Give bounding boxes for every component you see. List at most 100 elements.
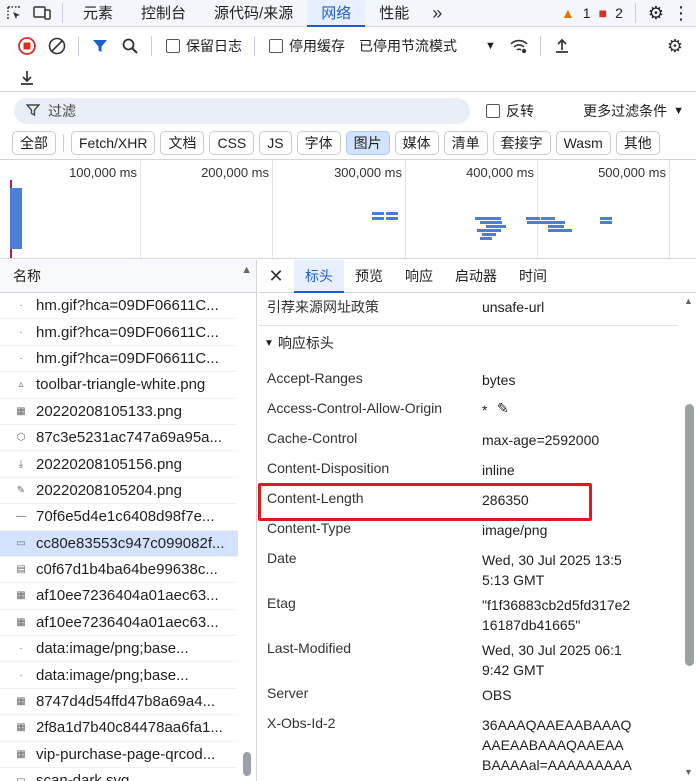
request-row[interactable]: ▦ 2f8a1d7b40c84478aa6fa1... [0, 715, 238, 742]
filter-input[interactable]: 过滤 [14, 98, 470, 124]
filter-placeholder: 过滤 [48, 103, 76, 119]
resource-type-filters: 全部 Fetch/XHR 文档 CSS JS 字体 图片 媒体 清单 套接字 W… [0, 130, 696, 156]
resource-thumbnail-icon: ▦ [16, 722, 26, 734]
timeline-label: 100,000 ms [69, 165, 137, 180]
request-row[interactable]: ▦ af10ee7236404a01aec63... [0, 583, 238, 610]
chip-doc[interactable]: 文档 [160, 131, 205, 155]
request-row[interactable]: · hm.gif?hca=09DF06611C... [0, 319, 238, 346]
request-row[interactable]: ▦ af10ee7236404a01aec63... [0, 610, 238, 637]
request-name: scan-dark.svg [36, 772, 130, 781]
chip-socket[interactable]: 套接字 [492, 131, 551, 155]
timeline-gridline [272, 160, 273, 260]
close-icon[interactable]: ✕ [258, 266, 294, 287]
more-filters-dropdown[interactable]: 更多过滤条件 ▼ [583, 101, 696, 121]
tab-preview[interactable]: 预览 [344, 260, 394, 293]
chip-css[interactable]: CSS [209, 131, 255, 155]
warning-count[interactable]: 1 [583, 5, 591, 21]
tab-performance[interactable]: 性能 [365, 0, 423, 27]
header-key: Server [267, 685, 309, 701]
request-row[interactable]: · data:image/png;base... [0, 636, 238, 663]
chip-media[interactable]: 媒体 [394, 131, 439, 155]
timeline-request-bar [386, 217, 398, 220]
tab-sources[interactable]: 源代码/来源 [200, 0, 307, 27]
scrollbar-thumb[interactable] [243, 752, 251, 776]
tab-headers[interactable]: 标头 [294, 259, 344, 293]
request-row[interactable]: · data:image/png;base... [0, 662, 238, 689]
edit-pencil-icon[interactable]: ✎ [497, 400, 509, 417]
request-row[interactable]: ▵ toolbar-triangle-white.png [0, 372, 238, 399]
request-name: data:image/png;base... [36, 666, 189, 684]
device-toolbar-icon[interactable] [28, 0, 56, 27]
request-list-scrollbar[interactable] [242, 296, 252, 780]
chip-manifest[interactable]: 清单 [443, 131, 488, 155]
request-row[interactable]: ✎ 20220208105204.png [0, 478, 238, 505]
error-count[interactable]: 2 [615, 5, 623, 21]
filter-funnel-icon[interactable] [85, 31, 115, 61]
timeline-label: 200,000 ms [201, 165, 269, 180]
error-icon[interactable]: ■ [599, 5, 607, 21]
request-row[interactable]: · hm.gif?hca=09DF06611C... [0, 346, 238, 373]
settings-gear-icon[interactable]: ⚙ [648, 3, 664, 24]
request-name: c0f67d1b4ba64be99638c... [36, 561, 218, 579]
chip-fetch-xhr[interactable]: Fetch/XHR [71, 131, 156, 155]
timeline-request-bar [475, 217, 501, 220]
request-row[interactable]: ▦ 8747d4d54ffd47b8a69a4... [0, 689, 238, 716]
checkbox-box[interactable] [269, 39, 283, 53]
timeline-label: 400,000 ms [466, 165, 534, 180]
record-stop-icon[interactable] [12, 31, 42, 61]
chip-font[interactable]: 字体 [296, 131, 341, 155]
disable-cache-checkbox[interactable]: 停用缓存 [269, 36, 345, 56]
invert-checkbox[interactable]: 反转 [486, 101, 534, 121]
clear-icon[interactable] [42, 31, 72, 61]
tab-response[interactable]: 响应 [394, 260, 444, 293]
header-key: 引荐来源网址政策 [267, 299, 379, 315]
resource-thumbnail-icon: ✎ [16, 484, 26, 496]
network-overview-timeline[interactable]: 100,000 ms 200,000 ms 300,000 ms 400,000… [0, 159, 696, 260]
dropdown-arrow-icon: ▼ [673, 105, 684, 117]
network-settings-gear-icon[interactable]: ⚙ [660, 31, 690, 61]
tab-elements[interactable]: 元素 [69, 0, 127, 27]
request-row[interactable]: ▤ c0f67d1b4ba64be99638c... [0, 557, 238, 584]
header-value: unsafe-url [482, 299, 545, 315]
tab-network[interactable]: 网络 [307, 0, 366, 27]
request-row[interactable]: ▭ scan-dark.svg [0, 768, 238, 781]
preserve-log-checkbox[interactable]: 保留日志 [166, 36, 242, 56]
search-icon[interactable] [115, 31, 145, 61]
chip-img[interactable]: 图片 [345, 131, 390, 155]
request-row[interactable]: ▦ vip-purchase-page-qrcod... [0, 742, 238, 769]
scroll-down-arrow-icon[interactable]: ▼ [684, 767, 693, 777]
more-tabs-icon[interactable]: » [423, 0, 451, 27]
request-row[interactable]: ⬡ 87c3e5231ac747a69a95a... [0, 425, 238, 452]
network-conditions-wifi-icon[interactable] [504, 31, 534, 61]
checkbox-box[interactable] [166, 39, 180, 53]
export-har-icon[interactable] [12, 63, 42, 93]
more-options-icon[interactable]: ⋮ [672, 3, 690, 24]
throttling-select[interactable]: 已停用节流模式 ▼ [359, 36, 496, 56]
chip-other[interactable]: 其他 [615, 131, 660, 155]
header-key: Last-Modified [267, 640, 352, 656]
response-headers-section[interactable]: ▼ 响应标头 [264, 333, 334, 353]
request-row[interactable]: ⤓ 20220208105156.png [0, 451, 238, 478]
inspect-element-icon[interactable] [0, 0, 28, 27]
scrollbar-thumb[interactable] [685, 404, 694, 666]
divider [63, 134, 64, 152]
request-row[interactable]: · hm.gif?hca=09DF06611C... [0, 293, 238, 320]
checkbox-box[interactable] [486, 104, 500, 118]
request-details-panel: ✕ 标头 预览 响应 启动器 时间 引荐来源网址政策 unsafe-url ▼ … [258, 259, 696, 781]
import-har-icon[interactable] [547, 31, 577, 61]
details-scrollbar[interactable]: ▲ ▼ [682, 294, 696, 781]
warning-icon[interactable]: ▲ [561, 5, 575, 21]
chip-js[interactable]: JS [259, 131, 292, 155]
timeline-request-bar [600, 217, 612, 220]
tab-initiator[interactable]: 启动器 [444, 260, 508, 293]
request-name: data:image/png;base... [36, 640, 189, 658]
tab-console[interactable]: 控制台 [127, 0, 200, 27]
request-row[interactable]: — 70f6e5d4e1c6408d98f7e... [0, 504, 238, 531]
request-row[interactable]: ▦ 20220208105133.png [0, 399, 238, 425]
chip-wasm[interactable]: Wasm [555, 131, 611, 155]
name-column-header[interactable]: 名称 ▲ [0, 260, 256, 293]
chip-all[interactable]: 全部 [12, 131, 56, 155]
tab-timing[interactable]: 时间 [508, 260, 558, 293]
scroll-up-arrow-icon[interactable]: ▲ [684, 296, 693, 306]
request-row[interactable]: ▭ cc80e83553c947c099082f... [0, 530, 238, 557]
